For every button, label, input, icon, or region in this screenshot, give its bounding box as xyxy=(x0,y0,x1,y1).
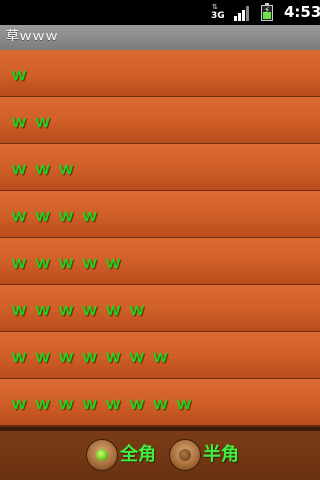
full-width-radio[interactable]: 全角 xyxy=(86,439,160,471)
radio-unselected-dot xyxy=(179,449,191,461)
app-title: 草ｗｗｗ xyxy=(6,29,59,44)
list-item-label: ｗ ｗ ｗ ｗ ｗ ｗ ｗ xyxy=(11,347,170,366)
width-mode-bar: 全角 半角 xyxy=(0,431,320,480)
full-width-label: 全角 xyxy=(120,444,156,465)
radio-selected-dot xyxy=(96,449,108,461)
signal-strength-icon xyxy=(234,5,252,21)
status-bar: ⇅ 3G ⚡ 4:53 xyxy=(0,0,320,25)
list-item[interactable]: ｗ ｗ ｗ ｗ ｗ xyxy=(0,238,320,285)
app-title-bar: 草ｗｗｗ xyxy=(0,25,320,50)
half-width-label: 半角 xyxy=(203,444,239,465)
list-item-label: ｗ ｗ ｗ ｗ ｗ ｗ ｗ ｗ xyxy=(11,394,193,413)
list-item-label: ｗ ｗ ｗ ｗ xyxy=(11,206,99,225)
list-item[interactable]: ｗ ｗ ｗ ｗ ｗ ｗ xyxy=(0,285,320,332)
list-item[interactable]: ｗ ｗ xyxy=(0,97,320,144)
list-item-label: ｗ ｗ ｗ ｗ ｗ ｗ xyxy=(11,300,146,319)
list-item[interactable]: ｗ xyxy=(0,50,320,97)
list-item-label: ｗ ｗ ｗ ｗ ｗ xyxy=(11,253,123,272)
list-item[interactable]: ｗ ｗ ｗ ｗ xyxy=(0,191,320,238)
radio-button-icon xyxy=(169,439,201,471)
status-time: 4:53 xyxy=(284,3,320,21)
list-item[interactable]: ｗ ｗ ｗ ｗ ｗ ｗ ｗ ｗ xyxy=(0,379,320,426)
radio-button-icon xyxy=(86,439,118,471)
battery-charging-icon: ⚡ xyxy=(261,3,273,21)
list-item[interactable]: ｗ ｗ ｗ ｗ ｗ ｗ ｗ xyxy=(0,332,320,379)
data-activity-icon: ⇅ xyxy=(212,3,218,11)
list-item[interactable]: ｗ ｗ ｗ xyxy=(0,144,320,191)
network-3g-icon: ⇅ 3G xyxy=(211,4,225,21)
network-type-label: 3G xyxy=(211,11,225,21)
half-width-radio[interactable]: 半角 xyxy=(169,439,243,471)
list-item-label: ｗ ｗ xyxy=(11,112,52,131)
list-item-label: ｗ ｗ ｗ xyxy=(11,159,76,178)
item-list: ｗ ｗ ｗ ｗ ｗ ｗ ｗ ｗ ｗ ｗ ｗ ｗ ｗ ｗ ｗ ｗ ｗ ｗ ｗ ｗ … xyxy=(0,50,320,427)
list-item-label: ｗ xyxy=(11,65,29,84)
